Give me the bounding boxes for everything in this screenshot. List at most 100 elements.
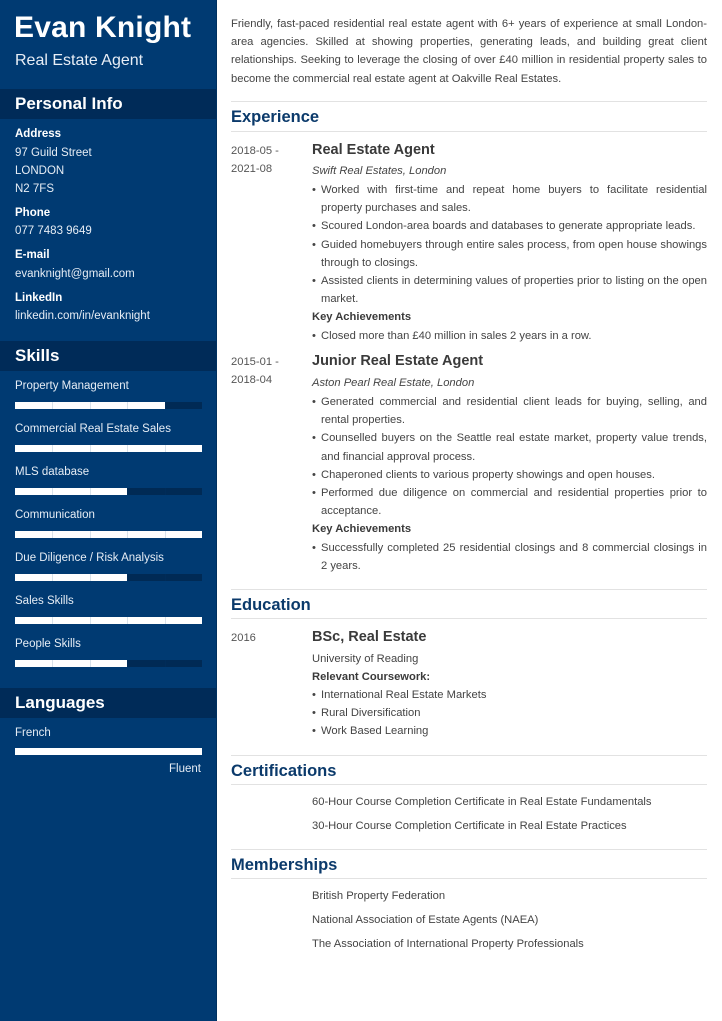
membership-item: British Property Federation xyxy=(312,890,446,902)
skills-heading: Skills xyxy=(0,341,216,371)
skill-bar-segment-divider xyxy=(52,402,54,409)
language-level-label: Fluent xyxy=(169,763,201,775)
skill-bar-segment-divider xyxy=(52,445,54,452)
job-company: Swift Real Estates, London xyxy=(312,165,447,177)
section-divider xyxy=(231,878,707,879)
school: University of Reading xyxy=(312,653,419,665)
address-label: Address xyxy=(15,128,62,140)
skill-level-fill xyxy=(15,445,202,452)
skill-bar-segment-divider xyxy=(127,660,129,667)
list-item: Counselled buyers on the Seattle real es… xyxy=(312,429,707,465)
skill-bar-segment-divider xyxy=(127,531,129,538)
address-line: 97 Guild Street xyxy=(15,147,92,159)
sidebar: Evan Knight Real Estate Agent Personal I… xyxy=(0,0,217,1021)
skill-level-fill xyxy=(15,531,202,538)
achievements-list: Successfully completed 25 residential cl… xyxy=(312,539,707,575)
address-line: LONDON xyxy=(15,165,65,177)
coursework-label: Relevant Coursework: xyxy=(312,671,431,683)
section-divider xyxy=(231,849,707,850)
skill-level-bar xyxy=(15,488,202,495)
skill-level-fill xyxy=(15,488,128,495)
linkedin-label: LinkedIn xyxy=(15,292,63,304)
list-item: Closed more than £40 million in sales 2 … xyxy=(312,327,707,345)
achievements-label: Key Achievements xyxy=(312,311,412,323)
list-item: Guided homebuyers through entire sales p… xyxy=(312,236,707,272)
list-item: Work Based Learning xyxy=(312,722,707,740)
skill-level-fill xyxy=(15,617,202,624)
section-divider xyxy=(231,784,707,785)
job-title: Real Estate Agent xyxy=(312,142,435,158)
skill-name: Commercial Real Estate Sales xyxy=(15,423,171,435)
skill-level-bar xyxy=(15,660,202,667)
skill-bar-segment-divider xyxy=(52,617,54,624)
skill-name: MLS database xyxy=(15,466,90,478)
job-date-start: 2015-01 - xyxy=(231,356,279,368)
certification-item: 30-Hour Course Completion Certificate in… xyxy=(312,820,627,832)
email-link[interactable]: evanknight@gmail.com xyxy=(15,268,135,280)
skill-bar-segment-divider xyxy=(52,531,54,538)
section-divider xyxy=(231,101,707,102)
skill-bar-segment-divider xyxy=(89,445,91,452)
language-level-bar xyxy=(15,748,202,755)
education-heading: Education xyxy=(231,596,311,614)
job-date-start: 2018-05 - xyxy=(231,145,279,157)
job-bullets: Generated commercial and residential cli… xyxy=(312,393,707,520)
skill-bar-segment-divider xyxy=(164,488,166,495)
certifications-heading: Certifications xyxy=(231,762,337,780)
skill-bar-segment-divider xyxy=(127,617,129,624)
skill-bar-segment-divider xyxy=(127,402,129,409)
section-divider xyxy=(231,589,707,590)
degree: BSc, Real Estate xyxy=(312,629,427,645)
list-item: Successfully completed 25 residential cl… xyxy=(312,539,707,575)
skill-name: Communication xyxy=(15,509,95,521)
skill-bar-segment-divider xyxy=(89,660,91,667)
skill-bar-segment-divider xyxy=(127,488,129,495)
skill-name: Property Management xyxy=(15,380,129,392)
skill-bar-segment-divider xyxy=(164,445,166,452)
list-item: Rural Diversification xyxy=(312,704,707,722)
list-item: Scoured London-area boards and databases… xyxy=(312,217,707,235)
skill-bar-segment-divider xyxy=(164,660,166,667)
personal-info-heading: Personal Info xyxy=(0,89,216,119)
list-item: Chaperoned clients to various property s… xyxy=(312,466,707,484)
language-level-fill xyxy=(15,748,202,755)
list-item: International Real Estate Markets xyxy=(312,686,707,704)
skill-level-bar xyxy=(15,531,202,538)
memberships-heading: Memberships xyxy=(231,856,338,874)
coursework-list: International Real Estate Markets Rural … xyxy=(312,686,707,741)
section-divider xyxy=(231,618,707,619)
skill-bar-segment-divider xyxy=(89,488,91,495)
skill-level-bar xyxy=(15,574,202,581)
skill-bar-segment-divider xyxy=(164,402,166,409)
list-item: Performed due diligence on commercial an… xyxy=(312,484,707,520)
skill-bar-segment-divider xyxy=(89,617,91,624)
list-item: Generated commercial and residential cli… xyxy=(312,393,707,429)
linkedin-link[interactable]: linkedin.com/in/evanknight xyxy=(15,310,150,322)
skill-level-fill xyxy=(15,660,128,667)
experience-heading: Experience xyxy=(231,108,320,126)
email-label: E-mail xyxy=(15,249,50,261)
skill-name: Due Diligence / Risk Analysis xyxy=(15,552,164,564)
achievements-list: Closed more than £40 million in sales 2 … xyxy=(312,327,707,345)
phone-value: 077 7483 9649 xyxy=(15,225,92,237)
languages-heading: Languages xyxy=(0,688,216,718)
skill-bar-segment-divider xyxy=(89,402,91,409)
skill-bar-segment-divider xyxy=(164,531,166,538)
job-title: Junior Real Estate Agent xyxy=(312,353,484,369)
skill-name: People Skills xyxy=(15,638,81,650)
language-name: French xyxy=(15,727,51,739)
certification-item: 60-Hour Course Completion Certificate in… xyxy=(312,796,652,808)
skill-level-bar xyxy=(15,445,202,452)
achievements-label: Key Achievements xyxy=(312,523,412,535)
skill-name: Sales Skills xyxy=(15,595,74,607)
skill-bar-segment-divider xyxy=(164,574,166,581)
job-company: Aston Pearl Real Estate, London xyxy=(312,377,475,389)
skill-bar-segment-divider xyxy=(52,660,54,667)
job-date-end: 2018-04 xyxy=(231,374,273,386)
membership-item: National Association of Estate Agents (N… xyxy=(312,914,539,926)
skill-level-bar xyxy=(15,402,202,409)
skill-bar-segment-divider xyxy=(164,617,166,624)
membership-item: The Association of International Propert… xyxy=(312,938,584,950)
skill-bar-segment-divider xyxy=(52,488,54,495)
skill-bar-segment-divider xyxy=(89,531,91,538)
